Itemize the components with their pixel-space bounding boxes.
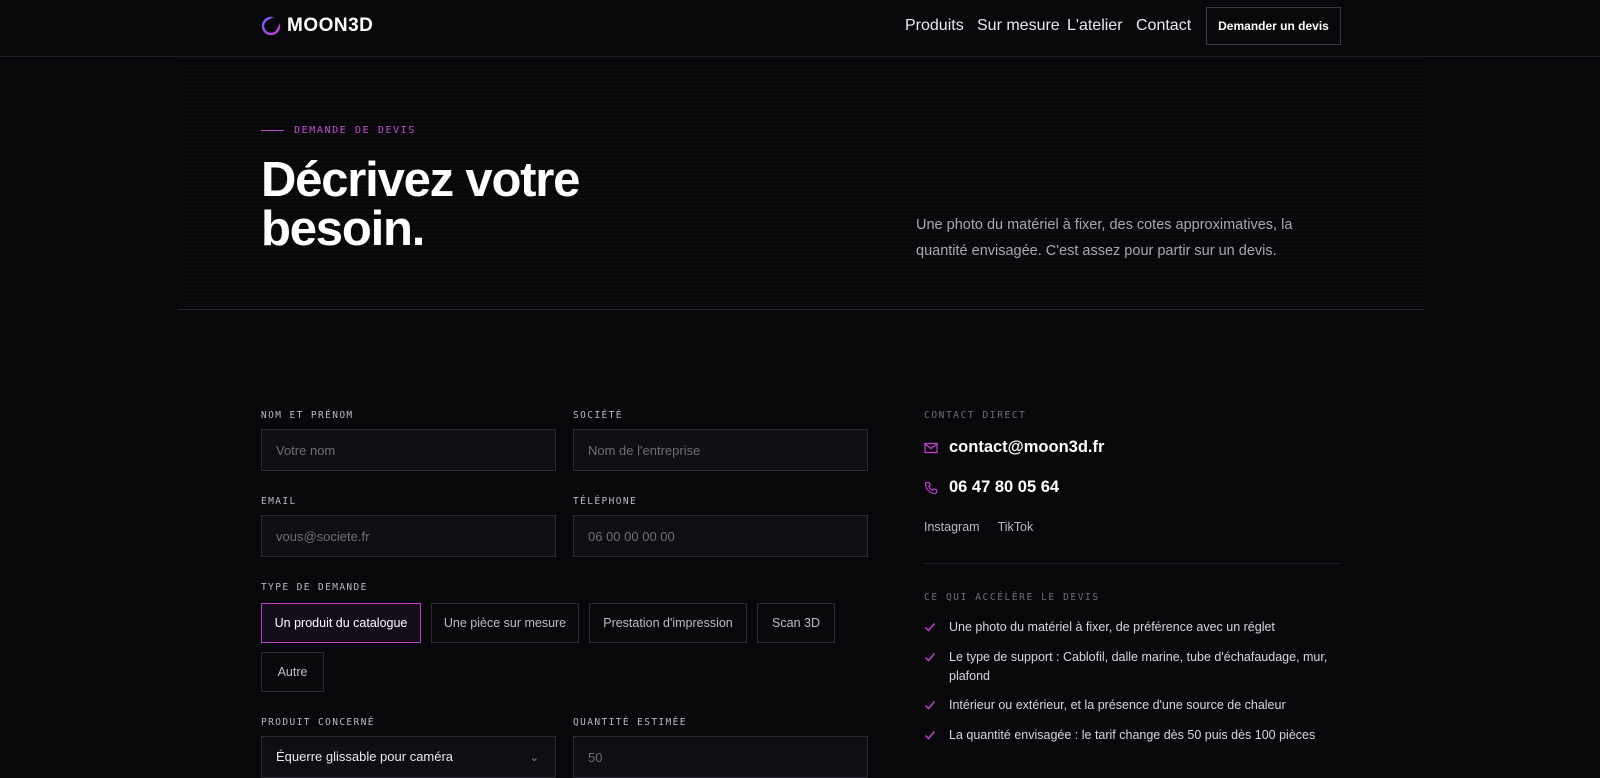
- product-select-value: Équerre glissable pour caméra: [276, 749, 454, 764]
- contact-email: contact@moon3d.fr: [949, 438, 1105, 456]
- quantity-label: QUANTITÉ ESTIMÉE: [573, 717, 687, 728]
- page-title: Décrivez votre besoin.: [261, 156, 721, 254]
- hero-eyebrow: DEMANDE DE DEVIS: [261, 125, 416, 136]
- nav-item-atelier[interactable]: L'atelier: [1067, 17, 1123, 35]
- check-icon: [924, 730, 936, 740]
- social-links: Instagram TikTok: [924, 520, 1033, 534]
- brand-logo[interactable]: MOON3D: [261, 15, 373, 37]
- nav-item-produits[interactable]: Produits: [905, 17, 964, 35]
- contact-direct-label: CONTACT DIRECT: [924, 410, 1027, 421]
- option-catalogue[interactable]: Un produit du catalogue: [261, 603, 421, 643]
- title-line-2: besoin.: [261, 202, 425, 256]
- phone-label: TÉLÉPHONE: [573, 496, 638, 507]
- quantity-input[interactable]: [573, 736, 868, 778]
- tip-item: Une photo du matériel à fixer, de préfér…: [924, 618, 1344, 637]
- name-input[interactable]: [261, 429, 556, 471]
- option-autre[interactable]: Autre: [261, 652, 324, 692]
- option-sur-mesure[interactable]: Une pièce sur mesure: [431, 603, 579, 643]
- tip-text: La quantité envisagée : le tarif change …: [949, 727, 1316, 742]
- email-label: EMAIL: [261, 496, 297, 507]
- request-type-label: TYPE DE DEMANDE: [261, 582, 368, 593]
- tip-item: Intérieur ou extérieur, et la présence d…: [924, 696, 1344, 715]
- contact-phone: 06 47 80 05 64: [949, 478, 1060, 496]
- nav-item-sur-mesure[interactable]: Sur mesure: [977, 17, 1060, 35]
- name-label: NOM ET PRÉNOM: [261, 410, 354, 421]
- phone-input[interactable]: [573, 515, 868, 557]
- company-input[interactable]: [573, 429, 868, 471]
- mail-icon: [924, 442, 938, 453]
- tip-item: La quantité envisagée : le tarif change …: [924, 726, 1344, 745]
- contact-phone-link[interactable]: 06 47 80 05 64: [924, 478, 1059, 497]
- company-label: SOCIÉTÉ: [573, 410, 623, 421]
- check-icon: [924, 652, 936, 662]
- check-icon: [924, 701, 936, 710]
- tip-text: Une photo du matériel à fixer, de préfér…: [949, 620, 1275, 634]
- tips-list: Une photo du matériel à fixer, de préfér…: [924, 618, 1344, 755]
- site-header: MOON3D Produits Sur mesure L'atelier Con…: [0, 0, 1600, 57]
- tip-text: Intérieur ou extérieur, et la présence d…: [949, 698, 1286, 712]
- check-icon: [924, 623, 936, 632]
- contact-email-link[interactable]: contact@moon3d.fr: [924, 438, 1104, 457]
- social-instagram[interactable]: Instagram: [924, 520, 980, 534]
- option-impression[interactable]: Prestation d'impression: [589, 603, 747, 643]
- eyebrow-text: DEMANDE DE DEVIS: [294, 125, 416, 136]
- social-tiktok[interactable]: TikTok: [998, 520, 1034, 534]
- moon-logo-icon: [261, 16, 281, 36]
- product-label: PRODUIT CONCERNÉ: [261, 717, 375, 728]
- tip-item: Le type de support : Cablofil, dalle mar…: [924, 648, 1344, 686]
- email-input[interactable]: [261, 515, 556, 557]
- tips-label: CE QUI ACCÉLÈRE LE DEVIS: [924, 592, 1100, 603]
- option-scan-3d[interactable]: Scan 3D: [757, 603, 835, 643]
- chevron-down-icon: ⌄: [529, 752, 539, 764]
- sidebar-divider: [924, 563, 1341, 564]
- product-select[interactable]: Équerre glissable pour caméra ⌄: [261, 736, 556, 778]
- request-quote-button[interactable]: Demander un devis: [1206, 7, 1341, 45]
- nav-item-contact[interactable]: Contact: [1136, 17, 1191, 35]
- phone-icon: [924, 481, 938, 494]
- title-line-1: Décrivez votre: [261, 153, 580, 207]
- eyebrow-line: [261, 130, 284, 131]
- tip-text: Le type de support : Cablofil, dalle mar…: [949, 649, 1328, 683]
- brand-name: MOON3D: [287, 15, 374, 36]
- hero-description: Une photo du matériel à fixer, des cotes…: [916, 217, 1293, 259]
